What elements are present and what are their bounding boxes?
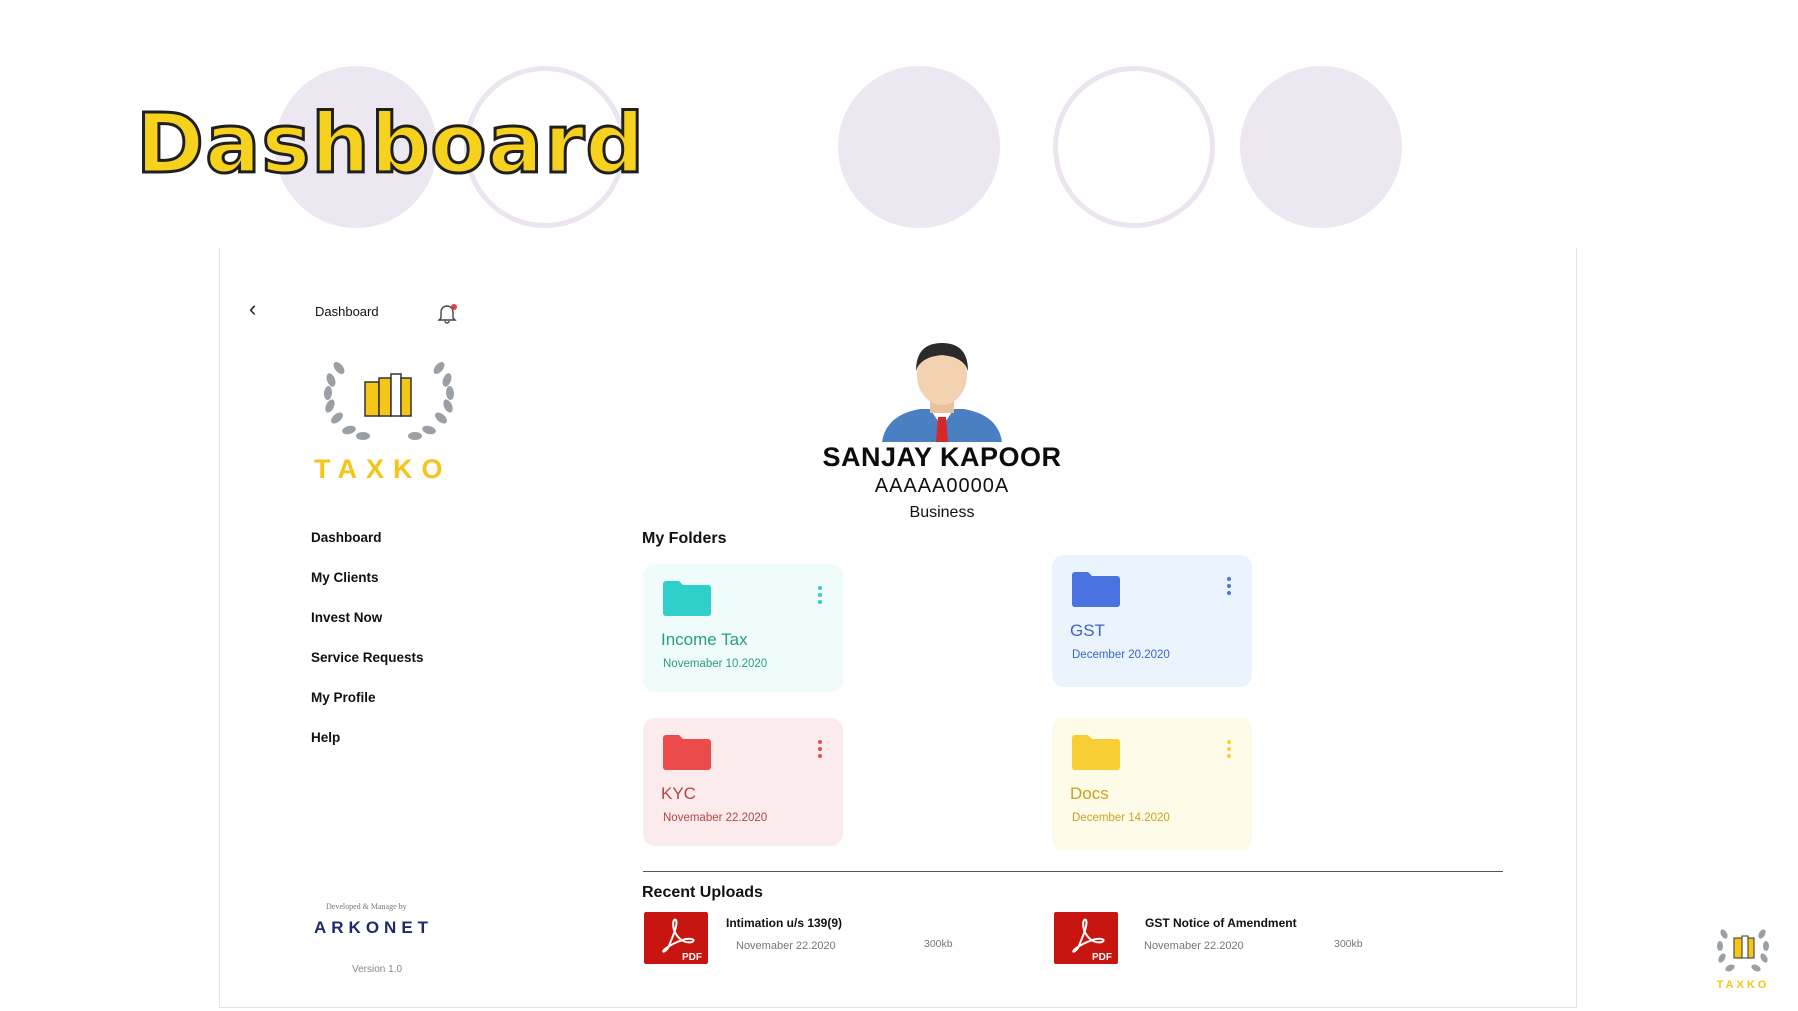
section-divider <box>643 871 1503 872</box>
pdf-icon: PDF <box>1054 912 1118 964</box>
more-options-icon[interactable] <box>1224 577 1234 599</box>
back-arrow-icon[interactable]: ‹ <box>249 298 256 320</box>
upload-size: 300kb <box>1334 938 1363 950</box>
folder-date: Novemaber 10.2020 <box>663 658 768 670</box>
folder-name: Docs <box>1070 784 1109 803</box>
notification-bell-icon[interactable] <box>434 300 460 326</box>
upload-size: 300kb <box>924 938 953 950</box>
developed-by-label: Developed & Manage by <box>326 902 407 911</box>
folder-icon <box>1072 735 1120 770</box>
pdf-label: PDF <box>682 952 702 963</box>
taxko-logo-icon <box>323 362 455 440</box>
folder-name: Income Tax <box>661 630 748 649</box>
folder-icon <box>1072 572 1120 607</box>
corner-brand-text: TAXKO <box>1717 979 1770 991</box>
profile-name: SANJAY KAPOOR <box>822 442 1062 472</box>
sidebar-item-invest-now[interactable]: Invest Now <box>311 608 424 648</box>
folder-icon <box>663 735 711 770</box>
more-options-icon[interactable] <box>1224 740 1234 762</box>
profile-type: Business <box>909 504 975 521</box>
upload-name: GST Notice of Amendment <box>1145 916 1297 930</box>
decorative-circle <box>1240 66 1402 228</box>
upload-date: Novemaber 22.2020 <box>736 940 836 952</box>
folder-name: KYC <box>661 784 696 803</box>
screen-title: Dashboard <box>315 304 379 319</box>
profile-id: AAAAA0000A <box>874 475 1010 497</box>
folder-card-kyc[interactable]: KYC Novemaber 22.2020 <box>643 718 843 846</box>
brand-name: TAXKO <box>314 454 452 484</box>
folder-date: December 20.2020 <box>1072 649 1170 661</box>
decorative-ring <box>1053 66 1215 228</box>
corner-taxko-logo-icon: TAXKO <box>1717 929 1770 991</box>
sidebar-item-help[interactable]: Help <box>311 728 424 768</box>
sidebar-item-my-profile[interactable]: My Profile <box>311 688 424 728</box>
folder-card-income-tax[interactable]: Income Tax Novemaber 10.2020 <box>643 564 843 692</box>
folder-icon <box>663 581 711 616</box>
folder-date: December 14.2020 <box>1072 812 1170 824</box>
sidebar-item-dashboard[interactable]: Dashboard <box>311 528 424 568</box>
app-screen: ‹ Dashboard TAXKO Dashboard My Clients I… <box>219 248 1577 1008</box>
version-label: Version 1.0 <box>352 964 403 975</box>
folder-card-gst[interactable]: GST December 20.2020 <box>1052 555 1252 687</box>
avatar <box>882 343 1002 442</box>
folder-name: GST <box>1070 621 1105 640</box>
sidebar-item-service-requests[interactable]: Service Requests <box>311 648 424 688</box>
upload-date: Novemaber 22.2020 <box>1144 940 1244 952</box>
more-options-icon[interactable] <box>815 740 825 762</box>
sidebar-item-my-clients[interactable]: My Clients <box>311 568 424 608</box>
sidebar-nav: Dashboard My Clients Invest Now Service … <box>311 528 424 768</box>
recent-uploads-title: Recent Uploads <box>642 884 763 901</box>
pdf-icon: PDF <box>644 912 708 964</box>
folder-date: Novemaber 22.2020 <box>663 812 768 824</box>
slide-title: Dashboard <box>134 97 646 192</box>
my-folders-title: My Folders <box>642 530 727 547</box>
more-options-icon[interactable] <box>815 586 825 608</box>
upload-item[interactable]: PDF GST Notice of Amendment Novemaber 22… <box>1054 912 1414 964</box>
developer-logo: ARKONET <box>314 918 434 937</box>
decorative-circle <box>838 66 1000 228</box>
pdf-label: PDF <box>1092 952 1112 963</box>
upload-item[interactable]: PDF Intimation u/s 139(9) Novemaber 22.2… <box>644 912 1004 964</box>
folder-card-docs[interactable]: Docs December 14.2020 <box>1052 718 1252 850</box>
upload-name: Intimation u/s 139(9) <box>726 916 843 930</box>
